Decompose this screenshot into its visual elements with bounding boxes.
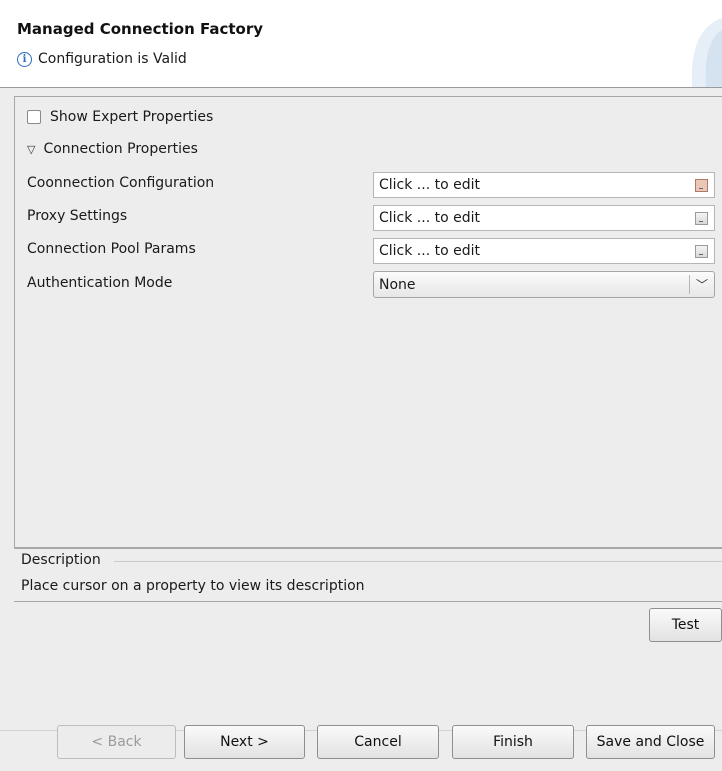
show-expert-checkbox[interactable]	[27, 110, 41, 124]
proxy-settings-value[interactable]: Click ... to edit	[374, 210, 695, 226]
finish-button[interactable]: Finish	[452, 725, 574, 759]
properties-panel: Show Expert Properties ▽ Connection Prop…	[14, 96, 722, 548]
description-divider	[114, 561, 722, 562]
authentication-mode-select[interactable]: None ﹀	[373, 271, 715, 298]
connection-pool-params-field[interactable]: Click ... to edit	[373, 238, 715, 264]
description-legend: Description	[21, 552, 105, 568]
description-text: Place cursor on a property to view its d…	[21, 578, 365, 594]
page-title: Managed Connection Factory	[17, 20, 264, 38]
validation-status-text: Configuration is Valid	[38, 51, 187, 67]
triangle-down-icon[interactable]: ▽	[27, 143, 35, 156]
validation-status: i Configuration is Valid	[17, 51, 187, 67]
info-icon: i	[17, 51, 32, 67]
authentication-mode-value[interactable]: None	[374, 277, 689, 293]
proxy-settings-label: Proxy Settings	[27, 208, 128, 224]
proxy-settings-field[interactable]: Click ... to edit	[373, 205, 715, 231]
section-label: Connection Properties	[43, 141, 198, 157]
connection-configuration-value[interactable]: Click ... to edit	[374, 177, 695, 193]
edit-ellipsis-icon[interactable]	[695, 211, 708, 225]
description-panel: Description Place cursor on a property t…	[14, 548, 722, 602]
connection-configuration-field[interactable]: Click ... to edit	[373, 172, 715, 198]
save-and-close-button[interactable]: Save and Close	[586, 725, 715, 759]
connection-pool-params-label: Connection Pool Params	[27, 241, 196, 257]
header-banner-graphic	[691, 18, 722, 87]
authentication-mode-label: Authentication Mode	[27, 275, 173, 291]
connection-pool-params-value[interactable]: Click ... to edit	[374, 243, 695, 259]
connection-configuration-label: Coonnection Configuration	[27, 175, 215, 191]
wizard-header: Managed Connection Factory i Configurati…	[0, 0, 722, 88]
connection-properties-section[interactable]: ▽ Connection Properties	[27, 141, 198, 157]
test-button[interactable]: Test	[649, 608, 722, 642]
cancel-button[interactable]: Cancel	[317, 725, 439, 759]
back-button[interactable]: < Back	[57, 725, 176, 759]
next-button[interactable]: Next >	[184, 725, 305, 759]
edit-ellipsis-icon[interactable]	[695, 178, 708, 192]
chevron-down-icon[interactable]: ﹀	[690, 276, 714, 293]
show-expert-label: Show Expert Properties	[50, 109, 214, 125]
edit-ellipsis-icon[interactable]	[695, 244, 708, 258]
show-expert-properties-toggle[interactable]: Show Expert Properties	[27, 109, 213, 125]
